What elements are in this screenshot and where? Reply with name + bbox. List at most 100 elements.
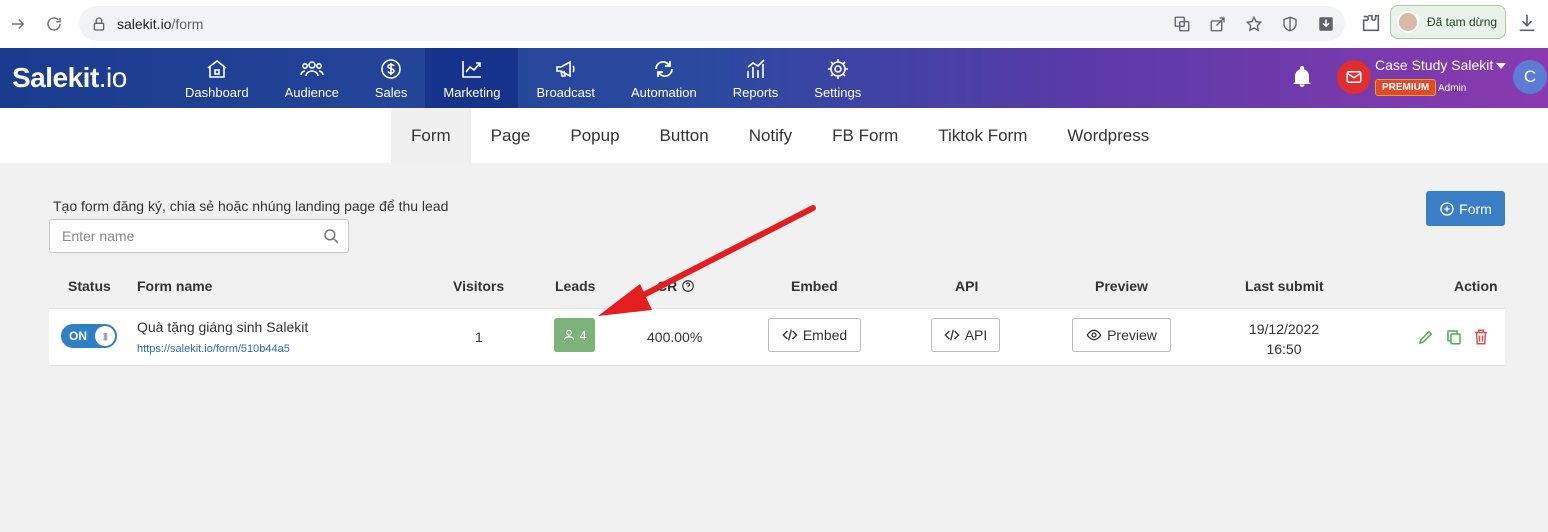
salekit-logo[interactable]: Salekit.io [12,62,127,94]
tab-button[interactable]: Button [640,108,729,163]
user-icon [564,329,575,341]
form-link[interactable]: https://salekit.io/form/510b44a5 [137,343,290,355]
account-caret-icon[interactable] [1496,63,1506,69]
header-preview: Preview [1095,278,1148,294]
nav-label: Audience [284,84,339,100]
page-description: Tạo form đăng ký, chia sẻ hoặc nhúng lan… [53,198,449,214]
tab-fb-form[interactable]: FB Form [812,108,918,163]
header-embed: Embed [791,278,838,294]
header-form-name: Form name [137,278,213,294]
header-leads: Leads [555,278,596,294]
preview-button-label: Preview [1107,327,1157,343]
tab-notify[interactable]: Notify [729,108,812,163]
main-nav: Dashboard Audience Sales Marketing Broad… [167,48,879,108]
refresh-icon [654,60,673,77]
nav-reports[interactable]: Reports [715,48,797,108]
nav-dashboard[interactable]: Dashboard [167,48,267,108]
nav-label: Dashboard [185,84,249,100]
help-icon[interactable] [681,279,695,293]
nav-label: Automation [630,84,697,100]
nav-automation[interactable]: Automation [613,48,715,108]
toggle-knob: ||| [95,326,115,346]
embed-button-label: Embed [802,327,848,343]
lock-icon [93,16,105,31]
search-input[interactable] [50,228,310,244]
nav-label: Settings [814,84,862,100]
profile-status-label: Đã tạm dừng [1427,15,1498,29]
nav-settings[interactable]: Settings [796,48,879,108]
tab-popup[interactable]: Popup [550,108,639,163]
tab-tiktok-form[interactable]: Tiktok Form [918,108,1047,163]
logo-text: Salekit [12,62,99,93]
extensions-icon[interactable] [1360,12,1382,34]
plus-circle-icon [1440,201,1454,216]
translate-icon[interactable] [1171,13,1193,35]
header-visitors: Visitors [453,278,505,294]
home-icon [207,59,227,78]
profile-avatar [1397,11,1419,33]
embed-button[interactable]: Embed [768,318,861,352]
status-toggle-label: ON [69,329,87,343]
search-icon[interactable] [322,227,340,245]
mail-button[interactable] [1337,60,1371,94]
reload-icon[interactable] [36,6,72,42]
form-name[interactable]: Quà tặng giáng sinh Salekit [137,319,308,335]
add-form-label: Form [1459,200,1492,217]
nav-label: Broadcast [536,84,595,100]
avatar[interactable]: C [1513,60,1547,94]
preview-button[interactable]: Preview [1072,318,1171,352]
downloads-icon[interactable] [1516,12,1538,34]
nav-label: Marketing [443,84,501,100]
account-name[interactable]: Case Study Salekit [1375,57,1493,73]
address-bar[interactable]: salekit.io/form [79,6,1345,41]
tab-form[interactable]: Form [391,108,471,163]
url-host: salekit.io [117,15,172,32]
api-button-label: API [964,327,988,343]
copy-icon[interactable] [1445,328,1463,346]
last-submit-date: 19/12/2022 [1248,321,1320,337]
premium-badge: PREMIUM [1375,79,1437,96]
nav-broadcast[interactable]: Broadcast [518,48,613,108]
search-box [49,219,349,253]
forms-table: Status Form name Visitors Leads CR Embed… [49,264,1505,366]
leads-badge[interactable]: 4 [554,318,595,352]
tab-page[interactable]: Page [471,108,551,163]
nav-audience[interactable]: Audience [267,48,357,108]
bell-icon[interactable] [1290,65,1314,89]
header-action: Action [1454,278,1498,294]
header-status: Status [68,278,111,294]
profile-chip[interactable]: Đã tạm dừng [1390,5,1506,39]
header-cr-label: CR [657,278,678,294]
header-last-submit: Last submit [1245,278,1324,294]
sub-nav: Form Page Popup Button Notify FB Form Ti… [0,108,1548,163]
chart-icon [462,60,481,78]
star-icon[interactable] [1243,13,1265,35]
edit-icon[interactable] [1417,328,1435,346]
last-submit-time: 16:50 [1266,341,1302,357]
header-api: API [955,278,979,294]
visitors-count: 1 [475,329,483,345]
add-form-button[interactable]: Form [1426,191,1505,226]
code-icon [944,329,960,341]
api-button[interactable]: API [931,318,1000,352]
url-path: /form [171,15,204,32]
share-icon[interactable] [1207,13,1229,35]
dollar-icon [381,58,401,79]
shield-icon[interactable] [1279,13,1301,35]
eye-icon [1086,329,1102,341]
leads-count: 4 [579,327,587,343]
header-cr: CR [657,278,695,294]
logo-suffix: .io [98,62,128,93]
nav-marketing[interactable]: Marketing [425,48,519,108]
download-ext-icon[interactable] [1315,13,1337,35]
browser-toolbar: salekit.io/form Đã tạm dừng [0,0,1548,48]
code-icon [782,329,798,341]
nav-sales[interactable]: Sales [357,48,426,108]
table-header: Status Form name Visitors Leads CR Embed… [49,264,1505,308]
trash-icon[interactable] [1472,328,1490,346]
forward-icon[interactable] [0,6,36,42]
table-row: ON ||| Quà tặng giáng sinh Salekit https… [49,308,1505,366]
conversion-rate: 400.00% [647,329,703,345]
tab-wordpress[interactable]: Wordpress [1047,108,1169,163]
status-toggle[interactable]: ON ||| [61,324,117,348]
